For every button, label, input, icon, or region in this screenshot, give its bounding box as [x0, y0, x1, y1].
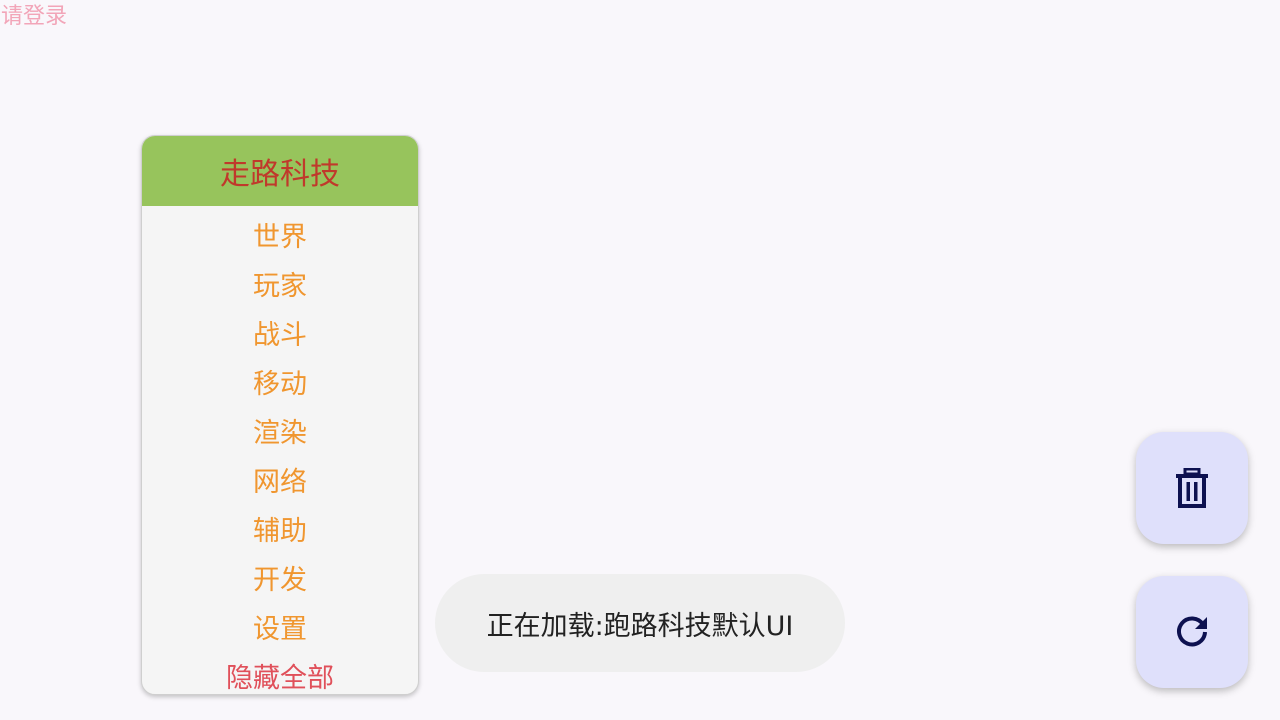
login-prompt-link[interactable]: 请登录	[1, 3, 67, 31]
toast-text: 正在加载:跑路科技默认UI	[486, 610, 794, 642]
menu-item-combat[interactable]: 战斗	[142, 308, 418, 357]
menu-item-movement[interactable]: 移动	[142, 357, 418, 406]
menu-item-develop[interactable]: 开发	[142, 553, 418, 602]
loading-toast: 正在加载:跑路科技默认UI	[435, 574, 845, 672]
menu-item-player[interactable]: 玩家	[142, 259, 418, 308]
menu-item-render[interactable]: 渲染	[142, 406, 418, 455]
refresh-button[interactable]	[1136, 576, 1248, 688]
delete-button[interactable]	[1136, 432, 1248, 544]
menu-item-hide-all[interactable]: 隐藏全部	[142, 651, 418, 694]
module-menu-panel: 走路科技 世界 玩家 战斗 移动 渲染 网络 辅助 开发 设置 隐藏全部	[141, 135, 419, 695]
menu-item-settings[interactable]: 设置	[142, 602, 418, 651]
menu-list: 世界 玩家 战斗 移动 渲染 网络 辅助 开发 设置 隐藏全部	[142, 206, 418, 694]
menu-item-network[interactable]: 网络	[142, 455, 418, 504]
menu-item-assist[interactable]: 辅助	[142, 504, 418, 553]
trash-icon	[1175, 468, 1209, 508]
menu-item-world[interactable]: 世界	[142, 210, 418, 259]
menu-header-title[interactable]: 走路科技	[142, 136, 418, 206]
refresh-icon	[1174, 614, 1210, 650]
